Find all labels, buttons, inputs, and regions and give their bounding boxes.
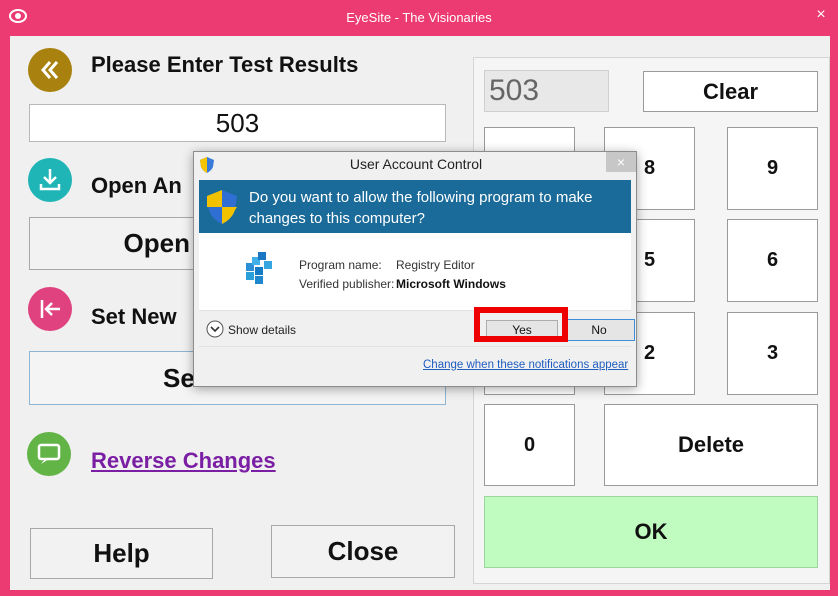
uac-dialog: User Account Control × Do you want to al… xyxy=(193,151,637,387)
delete-button[interactable]: Delete xyxy=(604,404,818,486)
open-heading: Open An xyxy=(91,173,182,198)
test-result-field[interactable]: 503 xyxy=(29,104,446,142)
key-3[interactable]: 3 xyxy=(727,312,818,395)
publisher-label: Verified publisher: xyxy=(299,277,395,291)
publisher-value: Microsoft Windows xyxy=(396,277,506,291)
uac-close-button[interactable]: × xyxy=(606,152,636,172)
uac-title: User Account Control xyxy=(349,156,483,172)
notifications-settings-link[interactable]: Change when these notifications appear xyxy=(423,359,628,371)
arrow-left-bar-icon[interactable] xyxy=(28,287,72,331)
key-6[interactable]: 6 xyxy=(727,219,818,302)
uac-footer: Change when these notifications appear xyxy=(199,346,631,384)
enter-results-heading: Please Enter Test Results xyxy=(91,52,359,77)
key-0[interactable]: 0 xyxy=(484,404,575,486)
set-heading: Set New xyxy=(91,304,177,329)
open-button[interactable]: Open xyxy=(29,217,199,270)
ok-button[interactable]: OK xyxy=(484,496,818,568)
window-close-button[interactable]: × xyxy=(808,4,834,26)
close-button[interactable]: Close xyxy=(271,525,455,578)
uac-no-button[interactable]: No xyxy=(563,319,635,341)
uac-question: Do you want to allow the following progr… xyxy=(249,189,593,227)
reverse-changes-link[interactable]: Reverse Changes xyxy=(91,448,276,474)
back-chevrons-icon[interactable] xyxy=(28,48,72,92)
show-details-toggle[interactable]: Show details xyxy=(228,323,296,337)
uac-shield-icon xyxy=(207,190,237,224)
program-name-label: Program name: xyxy=(299,258,382,272)
expand-chevron-icon[interactable] xyxy=(206,320,224,338)
program-name-value: Registry Editor xyxy=(396,258,475,272)
registry-editor-icon xyxy=(242,251,276,285)
clear-button[interactable]: Clear xyxy=(643,71,818,112)
window-title: EyeSite - The Visionaries xyxy=(346,10,492,25)
uac-program-info: Program name: Registry Editor Verified p… xyxy=(199,233,631,310)
download-icon[interactable] xyxy=(28,158,72,202)
key-9[interactable]: 9 xyxy=(727,127,818,210)
chat-back-icon[interactable] xyxy=(27,432,71,476)
uac-banner: Do you want to allow the following progr… xyxy=(199,180,631,233)
title-bar[interactable]: EyeSite - The Visionaries × xyxy=(0,0,838,36)
keypad-display: 503 xyxy=(484,70,609,112)
help-button[interactable]: Help xyxy=(30,528,213,579)
yes-highlight-box xyxy=(474,307,568,342)
